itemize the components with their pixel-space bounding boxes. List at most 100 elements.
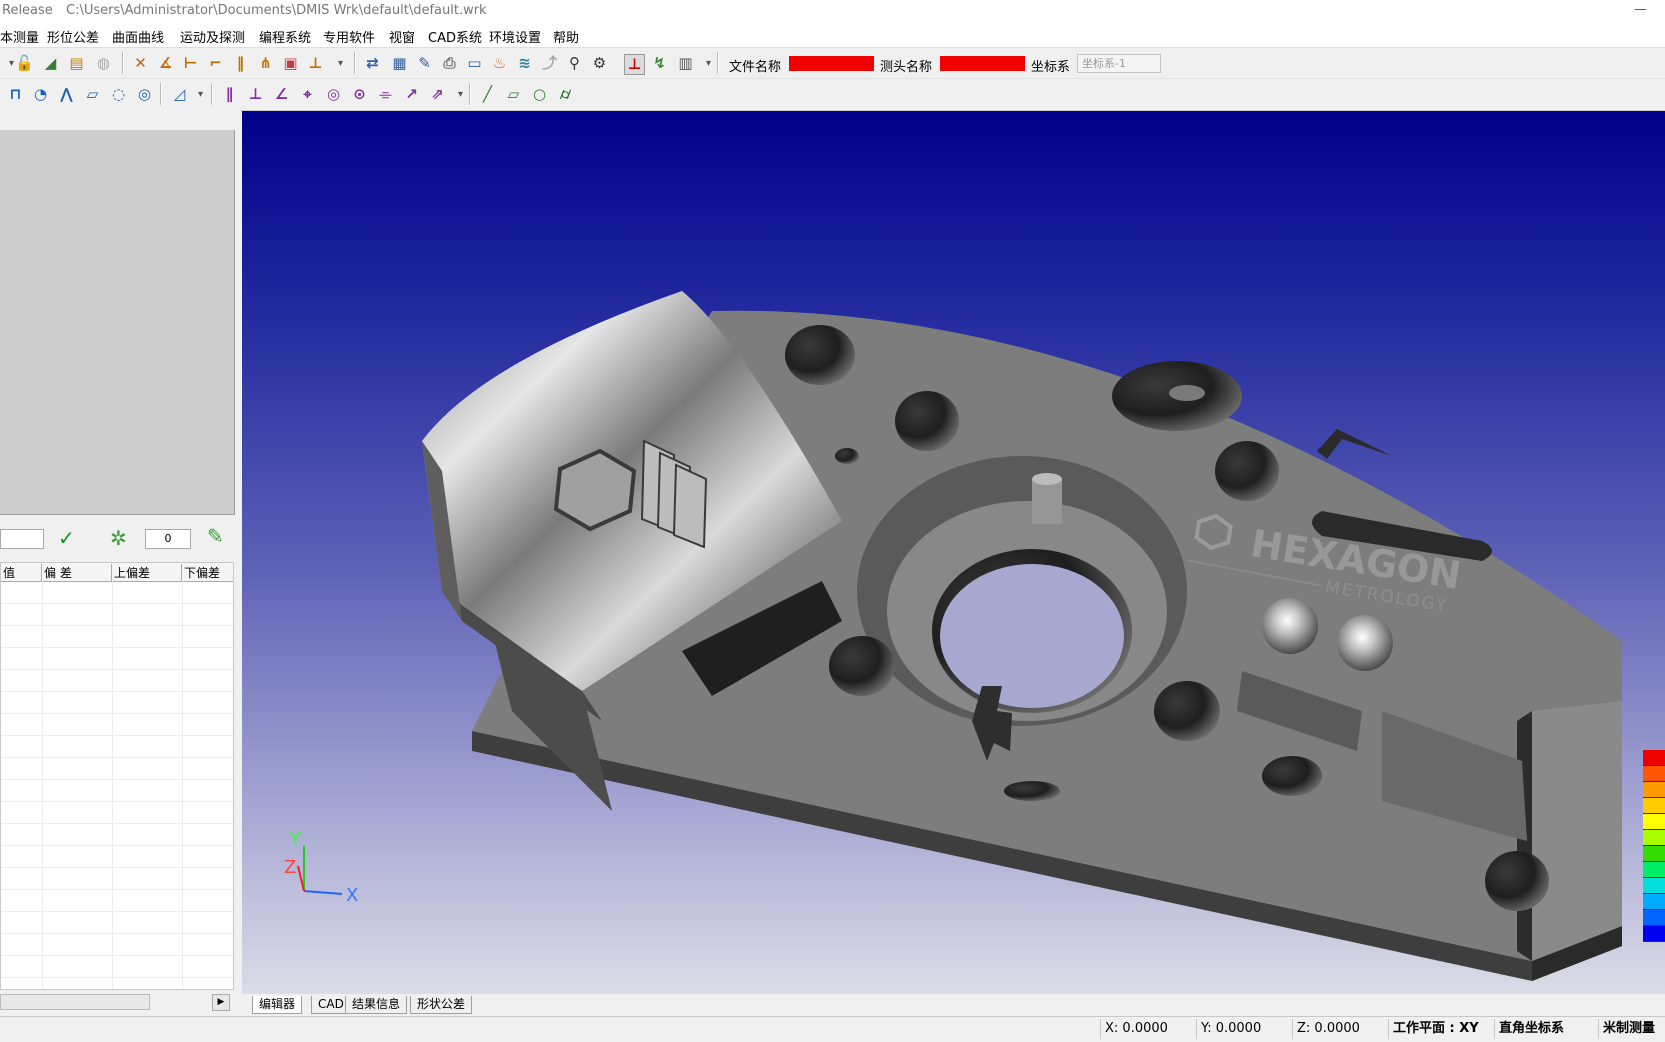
menu-measure[interactable]: 本测量 bbox=[0, 27, 39, 46]
menu-cad-system[interactable]: CAD系统 bbox=[428, 27, 482, 46]
cad-viewport[interactable]: HEXAGON METROLOGY Y Z X bbox=[242, 111, 1665, 994]
workspace-path: C:\Users\Administrator\Documents\DMIS Wr… bbox=[66, 3, 487, 18]
chart-green-icon[interactable]: ↯ bbox=[650, 54, 669, 73]
transform-icon[interactable]: ⇄ bbox=[363, 54, 382, 73]
col-value[interactable]: 值 bbox=[1, 564, 42, 581]
cone-feature-icon[interactable]: ⋀ bbox=[57, 85, 76, 104]
horizontal-scrollbar[interactable] bbox=[0, 994, 150, 1010]
bottom-tabs: 编辑器 CAD 结果信息 形状公差 bbox=[242, 994, 1665, 1016]
step-icon[interactable]: ⌐ bbox=[206, 54, 225, 73]
angle-measure-icon[interactable]: ∡ bbox=[156, 54, 175, 73]
probe-tool-icon[interactable]: ⊥ bbox=[306, 54, 325, 73]
color-swatch bbox=[1643, 878, 1665, 894]
probe-icon[interactable]: ✲ bbox=[110, 526, 127, 550]
status-work-plane: 工作平面 : XY bbox=[1388, 1019, 1493, 1039]
cylinder-icon[interactable]: ⊓ bbox=[6, 85, 25, 104]
menu-gdt[interactable]: 形位公差 bbox=[47, 27, 99, 46]
construct-icon[interactable]: ⋔ bbox=[256, 54, 275, 73]
tab-results[interactable]: 结果信息 bbox=[345, 996, 408, 1014]
axis-z-label: Z bbox=[284, 857, 296, 878]
box-icon[interactable]: ▣ bbox=[281, 54, 300, 73]
title-bar: Release C:\Users\Administrator\Documents… bbox=[0, 0, 1665, 23]
layers-icon[interactable]: ≋ bbox=[515, 54, 534, 73]
col-lower-tol[interactable]: 下偏差 bbox=[182, 564, 232, 581]
grid-row-line bbox=[1, 779, 233, 780]
dropdown-arrow-icon[interactable]: ▾ bbox=[191, 85, 210, 104]
coord-sys-select[interactable]: 坐标系-1 bbox=[1077, 54, 1161, 73]
col-upper-tol[interactable]: 上偏差 bbox=[112, 564, 182, 581]
list-icon[interactable]: ▥ bbox=[676, 54, 695, 73]
tab-form-tolerance[interactable]: 形状公差 bbox=[410, 996, 473, 1014]
scroll-right-button[interactable]: ▶ bbox=[212, 994, 230, 1011]
probe-name-label: 测头名称 bbox=[880, 60, 933, 75]
flatness-icon[interactable]: ▱ bbox=[504, 85, 523, 104]
menu-motion-probe[interactable]: 运动及探测 bbox=[180, 27, 245, 46]
joystick-icon[interactable]: ⚙ bbox=[590, 54, 609, 73]
symmetry-icon[interactable]: ⌯ bbox=[376, 85, 395, 104]
tolerance-input[interactable] bbox=[0, 529, 44, 549]
roundness-icon[interactable]: ○ bbox=[530, 85, 549, 104]
count-input[interactable]: 0 bbox=[145, 529, 191, 549]
minimize-button[interactable]: — bbox=[1634, 2, 1647, 17]
color-swatch bbox=[1643, 910, 1665, 926]
parallel-measure-icon[interactable]: ‖ bbox=[231, 54, 250, 73]
stylus-icon[interactable]: ⚲ bbox=[565, 54, 584, 73]
status-coord-system: 直角坐标系 bbox=[1494, 1019, 1597, 1039]
perpendicular-icon[interactable]: ⊥ bbox=[246, 85, 265, 104]
cross-icon[interactable]: ✕ bbox=[131, 54, 150, 73]
color-swatch bbox=[1643, 830, 1665, 846]
angle-icon[interactable]: ∠ bbox=[272, 85, 291, 104]
menu-window[interactable]: 视窗 bbox=[389, 27, 415, 46]
report-icon[interactable]: ▤ bbox=[67, 54, 86, 73]
probe-name-field[interactable] bbox=[940, 56, 1025, 71]
toolbar-main: ▾ 🔓 ◢ ▤ ◍ ✕ ∡ ⊢ ⌐ ‖ ⋔ ▣ ⊥ ▾ ⇄ ▦ ✎ ⎙ ▭ ♨ … bbox=[0, 48, 1665, 79]
dropdown-arrow-icon[interactable]: ▾ bbox=[699, 54, 718, 73]
file-name-label: 文件名称 bbox=[729, 60, 782, 75]
torus-icon[interactable]: ◌ bbox=[109, 85, 128, 104]
menu-special-software[interactable]: 专用软件 bbox=[323, 27, 375, 46]
circle-feature-icon[interactable]: ◎ bbox=[135, 85, 154, 104]
print-icon[interactable]: ⎙ bbox=[440, 54, 459, 73]
runout-icon[interactable]: ↗ bbox=[402, 85, 421, 104]
dropdown-arrow-icon[interactable]: ▾ bbox=[451, 85, 470, 104]
cone-icon[interactable]: ◔ bbox=[31, 85, 50, 104]
open-icon[interactable]: 🔓 bbox=[15, 54, 34, 73]
pen-icon[interactable]: ✎ bbox=[207, 524, 224, 548]
straightness-icon[interactable]: ╱ bbox=[478, 85, 497, 104]
menu-settings[interactable]: 环境设置 bbox=[489, 27, 541, 46]
fire-icon[interactable]: ♨ bbox=[490, 54, 509, 73]
menu-surface-curve[interactable]: 曲面曲线 bbox=[112, 27, 164, 46]
path-icon[interactable]: ⤴ bbox=[540, 54, 559, 73]
grid-row-line bbox=[1, 977, 233, 978]
globe-icon[interactable]: ◍ bbox=[94, 54, 113, 73]
dropdown-arrow-icon[interactable]: ▾ bbox=[331, 54, 350, 73]
screen-icon[interactable]: ▭ bbox=[465, 54, 484, 73]
coord-sys-label: 坐标系 bbox=[1031, 60, 1071, 75]
status-unit: 米制测量 bbox=[1598, 1019, 1665, 1039]
distance-icon[interactable]: ⊢ bbox=[181, 54, 200, 73]
tab-editor[interactable]: 编辑器 bbox=[252, 996, 303, 1014]
cylindricity-icon[interactable]: ⌭ bbox=[556, 85, 575, 104]
cad-model[interactable]: HEXAGON METROLOGY Y Z X bbox=[242, 111, 1665, 994]
edit-icon[interactable]: ✎ bbox=[415, 54, 434, 73]
position-icon[interactable]: ⌖ bbox=[298, 85, 317, 104]
coaxial-icon[interactable]: ⊙ bbox=[350, 85, 369, 104]
parallel-icon[interactable]: ∥ bbox=[220, 85, 239, 104]
menu-programming[interactable]: 编程系统 bbox=[259, 27, 311, 46]
total-runout-icon[interactable]: ⇗ bbox=[428, 85, 447, 104]
check-icon[interactable]: ✓ bbox=[58, 526, 75, 550]
color-swatch bbox=[1643, 862, 1665, 878]
axis-red-icon[interactable]: ⊥ bbox=[624, 54, 645, 75]
chart-icon[interactable]: ◢ bbox=[41, 54, 60, 73]
toolbar-features: ⊓ ◔ ⋀ ▱ ◌ ◎ ◿ ▾ ∥ ⊥ ∠ ⌖ ◎ ⊙ ⌯ ↗ ⇗ ▾ ╱ ▱ … bbox=[0, 79, 1665, 111]
load-icon[interactable]: ▦ bbox=[390, 54, 409, 73]
grid-row-line bbox=[1, 713, 233, 714]
file-name-field[interactable] bbox=[789, 56, 874, 71]
menu-help[interactable]: 帮助 bbox=[553, 27, 579, 46]
concentric-icon[interactable]: ◎ bbox=[324, 85, 343, 104]
left-panel: ✓ ✲ 0 ✎ 值 偏 差 上偏差 下偏差 ▶ bbox=[0, 110, 240, 1016]
color-swatch bbox=[1643, 782, 1665, 798]
rectangle-icon[interactable]: ▱ bbox=[83, 85, 102, 104]
edge-point-icon[interactable]: ◿ bbox=[170, 85, 189, 104]
col-deviation[interactable]: 偏 差 bbox=[42, 564, 112, 581]
